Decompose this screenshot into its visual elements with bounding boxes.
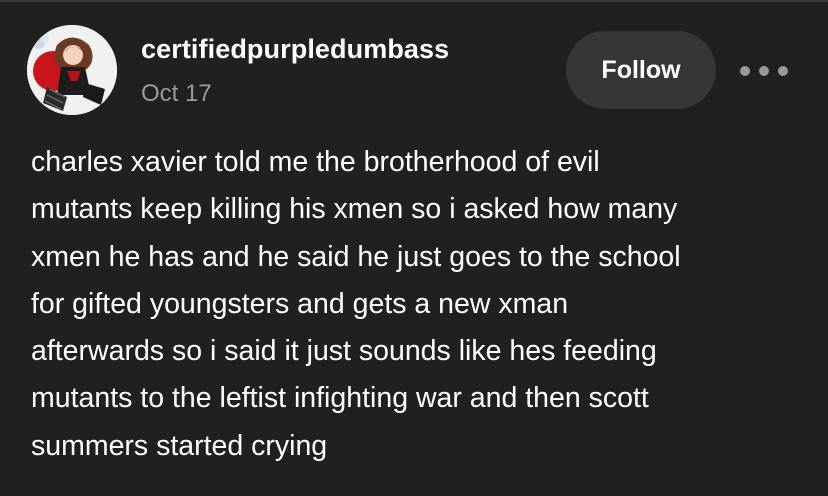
more-options-icon[interactable] bbox=[736, 56, 792, 86]
dot bbox=[778, 66, 788, 76]
avatar[interactable] bbox=[27, 25, 117, 115]
post-body-line: mutants keep killing his xmen so i asked… bbox=[31, 193, 678, 226]
post-body: charles xavier told me the brotherhood o… bbox=[31, 139, 811, 470]
author-username[interactable]: certifiedpurpledumbass bbox=[141, 34, 449, 65]
post-card: certifiedpurpledumbass Oct 17 Follow cha… bbox=[0, 0, 828, 496]
post-body-line: charles xavier told me the brotherhood o… bbox=[31, 146, 600, 178]
dot bbox=[759, 66, 769, 76]
post-body-line: summers started crying bbox=[31, 429, 328, 462]
follow-button[interactable]: Follow bbox=[566, 31, 716, 109]
post-body-line: xmen he has and he said he just goes to … bbox=[31, 240, 681, 273]
post-body-line: mutants to the leftist infighting war an… bbox=[31, 382, 649, 415]
avatar-image bbox=[27, 25, 117, 115]
post-date[interactable]: Oct 17 bbox=[141, 80, 212, 108]
post-body-line: for gifted youngsters and gets a new xma… bbox=[31, 287, 569, 320]
post-body-line: afterwards so i said it just sounds like… bbox=[31, 335, 657, 368]
top-divider bbox=[0, 0, 828, 2]
dot bbox=[740, 66, 750, 76]
